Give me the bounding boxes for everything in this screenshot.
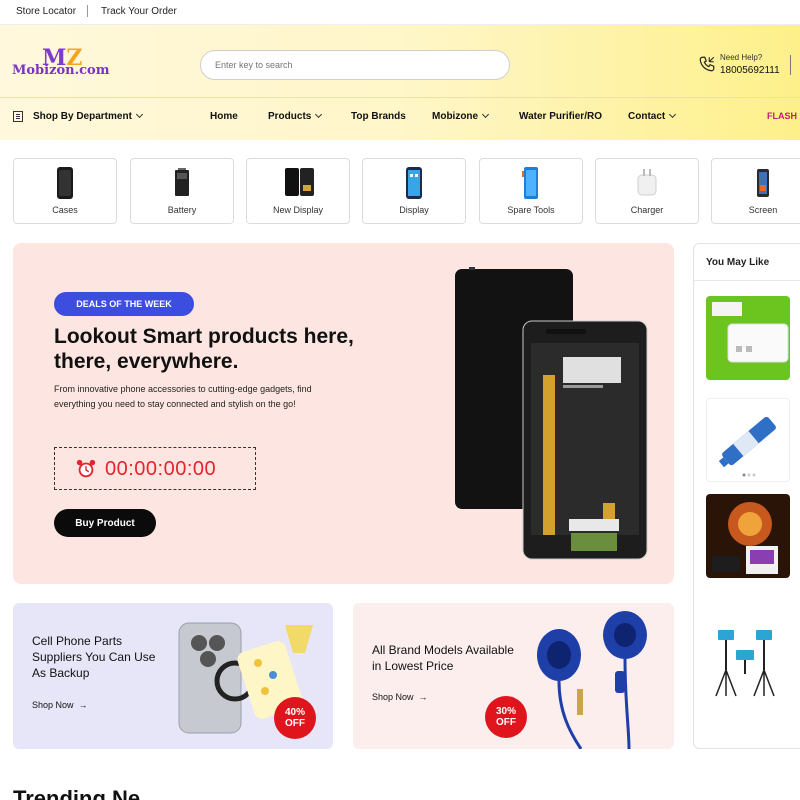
top-bar: Store Locator Track Your Order <box>0 0 800 24</box>
spare-tools-icon <box>522 167 538 199</box>
category-new-display[interactable]: New Display <box>246 158 350 224</box>
shop-by-department[interactable]: Shop By Department <box>33 110 143 122</box>
category-battery[interactable]: Battery <box>130 158 234 224</box>
chevron-down-icon <box>135 110 143 119</box>
charger-icon <box>637 169 657 196</box>
discount-badge: 40% OFF <box>274 697 316 739</box>
help-phone-number[interactable]: 18005692111 <box>720 65 780 76</box>
nav-top-brands[interactable]: Top Brands <box>351 111 406 122</box>
phone-icon <box>699 56 715 72</box>
header-divider <box>790 55 791 75</box>
ro-membrane-thumbnail[interactable] <box>706 398 790 482</box>
screen-icon <box>757 169 769 197</box>
category-label: Cases <box>52 205 78 215</box>
nav-products[interactable]: Products <box>268 110 323 122</box>
category-label: New Display <box>272 205 323 215</box>
buy-product-button[interactable]: Buy Product <box>54 509 156 537</box>
you-may-like-panel: You May Like <box>693 243 800 749</box>
shop-now-link[interactable]: Shop Now → <box>32 700 88 710</box>
department-menu-icon <box>13 111 23 122</box>
nav-water-purifier[interactable]: Water Purifier/RO <box>519 111 602 122</box>
chevron-down-icon <box>482 110 490 119</box>
category-row: Cases Battery New Display Display Spare … <box>13 158 800 224</box>
earbuds-thumbnail[interactable] <box>706 494 790 578</box>
site-header: MZ Mobizon.com Need Help? 18005692111 Sh… <box>0 24 800 140</box>
ro-membrane-image <box>718 416 776 477</box>
deal-countdown: 00:00:00:00 <box>54 447 256 490</box>
hero-title: Lookout Smart products here, there, ever… <box>54 325 354 373</box>
earphones-product-image <box>537 611 647 749</box>
promo-title: Cell Phone Parts Suppliers You Can Use A… <box>32 634 156 680</box>
alarm-clock-icon <box>76 459 96 478</box>
power-bank-thumbnail[interactable] <box>706 296 790 380</box>
lcd-display-product-image <box>455 267 648 560</box>
nav-mobizone[interactable]: Mobizone <box>432 110 490 122</box>
category-label: Charger <box>630 205 664 215</box>
nav-home[interactable]: Home <box>210 111 238 122</box>
category-spare-tools[interactable]: Spare Tools <box>479 158 583 224</box>
main-nav: Shop By Department Home Products Top Bra… <box>0 107 800 129</box>
battery-icon <box>175 168 189 196</box>
category-screen[interactable]: Screen <box>711 158 800 224</box>
countdown-value: 00:00:00:00 <box>105 458 217 480</box>
selfie-stick-thumbnail[interactable] <box>706 620 790 704</box>
arrow-right-icon: → <box>78 700 88 710</box>
promo-card-models[interactable]: All Brand Models Available in Lowest Pri… <box>353 603 674 749</box>
category-label: Screen <box>748 205 778 215</box>
you-may-like-title: You May Like <box>706 257 770 268</box>
category-label: Battery <box>167 205 197 215</box>
earbuds-product-image <box>712 502 778 574</box>
category-cases[interactable]: Cases <box>13 158 117 224</box>
selfie-stick-tripod-image <box>715 630 775 697</box>
category-display[interactable]: Display <box>362 158 466 224</box>
category-label: Spare Tools <box>507 205 555 215</box>
nav-contact[interactable]: Contact <box>628 110 677 122</box>
display-panel-icon <box>285 168 314 196</box>
category-charger[interactable]: Charger <box>595 158 699 224</box>
flash-deals-link[interactable]: FLASH D <box>767 111 800 121</box>
power-bank-image <box>712 302 789 363</box>
panel-divider <box>694 280 800 281</box>
nav-divider <box>0 97 800 98</box>
promo-title: All Brand Models Available in Lowest Pri… <box>372 643 514 673</box>
category-label: Display <box>399 205 429 215</box>
arrow-right-icon: → <box>418 692 428 702</box>
help-label: Need Help? <box>720 53 763 62</box>
logo-name: Mobizon.com <box>12 63 110 78</box>
phone-case-icon <box>57 167 73 199</box>
chevron-down-icon <box>669 110 677 119</box>
top-bar-divider <box>87 5 88 17</box>
chevron-down-icon <box>315 110 323 119</box>
discount-badge: 30% OFF <box>485 696 527 738</box>
shop-now-link[interactable]: Shop Now → <box>372 692 428 702</box>
site-logo[interactable]: MZ Mobizon.com <box>12 45 110 85</box>
hero-banner: DEALS OF THE WEEK Lookout Smart products… <box>13 243 674 584</box>
store-locator-link[interactable]: Store Locator <box>16 6 76 17</box>
hero-description: From innovative phone accessories to cut… <box>54 384 312 409</box>
section-heading: Trending Ne <box>13 786 141 800</box>
deals-badge: DEALS OF THE WEEK <box>54 292 194 316</box>
promo-card-parts[interactable]: Cell Phone Parts Suppliers You Can Use A… <box>13 603 333 749</box>
phone-display-icon <box>406 167 422 199</box>
search-input[interactable] <box>200 50 510 80</box>
track-order-link[interactable]: Track Your Order <box>101 6 177 17</box>
